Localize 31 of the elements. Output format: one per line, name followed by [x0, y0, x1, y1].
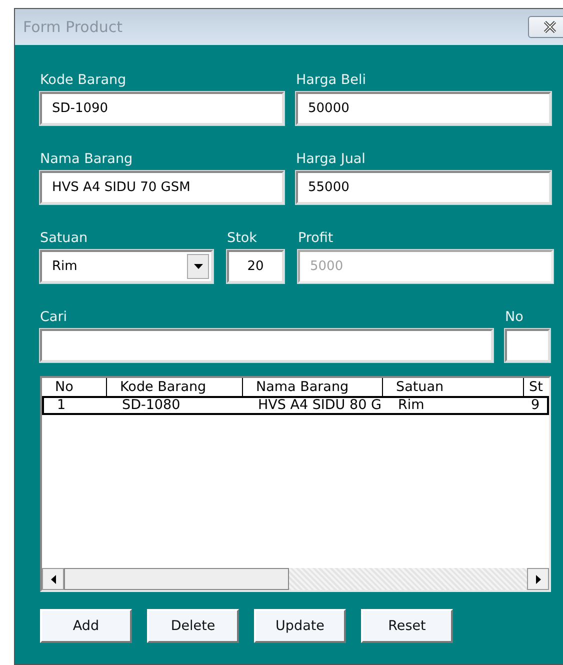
input-field[interactable]: 55000	[296, 171, 551, 204]
input-field[interactable]: SD-1090	[40, 92, 284, 125]
table-cell-text: Rim	[397, 398, 426, 413]
column-header[interactable]: No	[42, 378, 107, 396]
column-header[interactable]: St	[524, 378, 549, 396]
action-button[interactable]: Update	[254, 609, 346, 643]
input-field[interactable]: HVS A4 SIDU 70 GSM	[40, 171, 284, 204]
window-title: Form Product	[23, 18, 123, 36]
field-label: Nama Barang	[40, 151, 134, 168]
field-label: Kode Barang	[40, 72, 128, 89]
field-label: Harga Beli	[296, 72, 367, 89]
action-button[interactable]: Add	[40, 609, 132, 643]
field-label: Harga Jual	[296, 151, 366, 168]
table-row[interactable]: 1 SD-1080 HVS A4 SIDU 80 G Rim 9	[42, 396, 549, 415]
action-button[interactable]: Reset	[361, 609, 453, 643]
column-header[interactable]: Nama Barang	[243, 378, 383, 396]
field-label: Satuan	[40, 230, 89, 247]
field-label: No	[505, 309, 524, 326]
column-header[interactable]: Kode Barang	[107, 378, 243, 396]
field-label: Cari	[40, 309, 68, 326]
input-field[interactable]: 50000	[296, 92, 551, 125]
column-header[interactable]: Satuan	[383, 378, 524, 396]
table-cell-text: 1	[56, 398, 67, 413]
input-field[interactable]: 20	[227, 250, 284, 283]
field-label: Stok	[227, 230, 258, 247]
table-cell-text: 9	[530, 398, 541, 413]
unit-dropdown[interactable]: Rim	[40, 250, 213, 283]
action-button[interactable]: Delete	[147, 609, 239, 643]
table-cell-text: HVS A4 SIDU 80 G	[257, 398, 382, 413]
field-label: Profit	[298, 230, 334, 247]
table-cell-text: SD-1080	[121, 398, 182, 413]
